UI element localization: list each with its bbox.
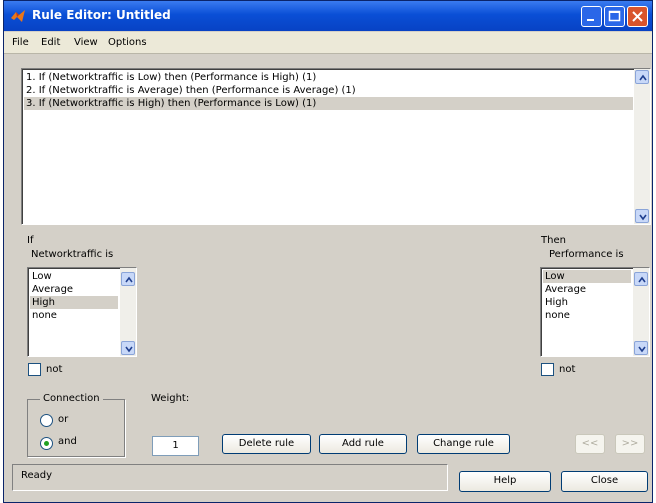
output-list-scrollbar[interactable] [633, 268, 649, 356]
output-scroll-up-button[interactable] [634, 272, 648, 286]
next-rule-button[interactable]: >> [615, 434, 645, 454]
radio-selected-dot [44, 441, 49, 446]
chevron-down-icon [125, 346, 133, 353]
input-variable-label: Networktraffic is [31, 249, 114, 260]
input-option-high[interactable]: High [30, 296, 118, 309]
input-not-checkbox[interactable] [28, 363, 41, 376]
previous-rule-button[interactable]: << [575, 434, 605, 454]
matlab-logo-icon [11, 10, 25, 22]
input-scroll-down-button[interactable] [121, 341, 135, 355]
weight-input[interactable]: 1 [152, 436, 199, 456]
add-rule-button[interactable]: Add rule [319, 434, 407, 454]
output-option-low[interactable]: Low [543, 270, 631, 283]
then-label: Then [541, 235, 566, 246]
minimize-icon [587, 19, 594, 21]
delete-rule-button[interactable]: Delete rule [222, 434, 311, 454]
rules-scroll-up-button[interactable] [635, 70, 649, 84]
output-not-label: not [559, 364, 576, 375]
output-not-checkbox[interactable] [541, 363, 554, 376]
input-mf-list[interactable]: Low Average High none [27, 267, 137, 357]
connection-or-label: or [58, 414, 69, 425]
connection-title: Connection [40, 393, 103, 404]
rules-list[interactable]: 1. If (Networktraffic is Low) then (Perf… [21, 68, 651, 225]
output-scroll-down-button[interactable] [634, 341, 648, 355]
input-option-average[interactable]: Average [30, 283, 118, 296]
menu-options[interactable]: Options [108, 37, 147, 48]
input-not-label: not [46, 364, 63, 375]
output-option-average[interactable]: Average [543, 283, 631, 296]
menu-file[interactable]: File [12, 37, 29, 48]
chevron-up-icon [125, 276, 133, 283]
output-mf-list[interactable]: Low Average High none [540, 267, 650, 357]
if-label: If [27, 235, 34, 246]
maximize-icon [608, 10, 621, 22]
rules-scroll-down-button[interactable] [635, 209, 649, 223]
output-option-none[interactable]: none [543, 309, 631, 322]
minimize-button[interactable] [581, 6, 602, 27]
connection-or-radio[interactable] [40, 414, 53, 427]
rule-item-3[interactable]: 3. If (Networktraffic is High) then (Per… [24, 97, 633, 110]
window-title: Rule Editor: Untitled [32, 8, 171, 22]
connection-and-label: and [58, 436, 77, 447]
input-option-none[interactable]: none [30, 309, 118, 322]
help-button[interactable]: Help [459, 471, 551, 492]
output-variable-label: Performance is [549, 249, 624, 260]
output-option-high[interactable]: High [543, 296, 631, 309]
title-bar[interactable]: Rule Editor: Untitled [4, 1, 652, 31]
rule-item-2[interactable]: 2. If (Networktraffic is Average) then (… [24, 84, 629, 97]
chevron-down-icon [638, 346, 646, 353]
chevron-up-icon [639, 74, 647, 81]
rule-editor-window: Rule Editor: Untitled File Edit View Opt… [3, 0, 653, 503]
menu-view[interactable]: View [74, 37, 98, 48]
menu-edit[interactable]: Edit [41, 37, 60, 48]
rules-scrollbar[interactable] [634, 69, 650, 224]
maximize-button[interactable] [604, 6, 625, 27]
input-scroll-up-button[interactable] [121, 272, 135, 286]
close-icon [632, 11, 643, 22]
close-window-button[interactable] [627, 6, 648, 27]
weight-label: Weight: [151, 393, 190, 404]
chevron-up-icon [638, 276, 646, 283]
connection-and-radio[interactable] [40, 437, 53, 450]
chevron-down-icon [639, 214, 647, 221]
close-button[interactable]: Close [561, 471, 648, 492]
menu-bar: File Edit View Options [4, 32, 652, 54]
input-list-scrollbar[interactable] [120, 268, 136, 356]
input-option-low[interactable]: Low [30, 270, 118, 283]
change-rule-button[interactable]: Change rule [417, 434, 510, 454]
rule-item-1[interactable]: 1. If (Networktraffic is Low) then (Perf… [24, 71, 629, 84]
status-bar: Ready [12, 464, 448, 491]
